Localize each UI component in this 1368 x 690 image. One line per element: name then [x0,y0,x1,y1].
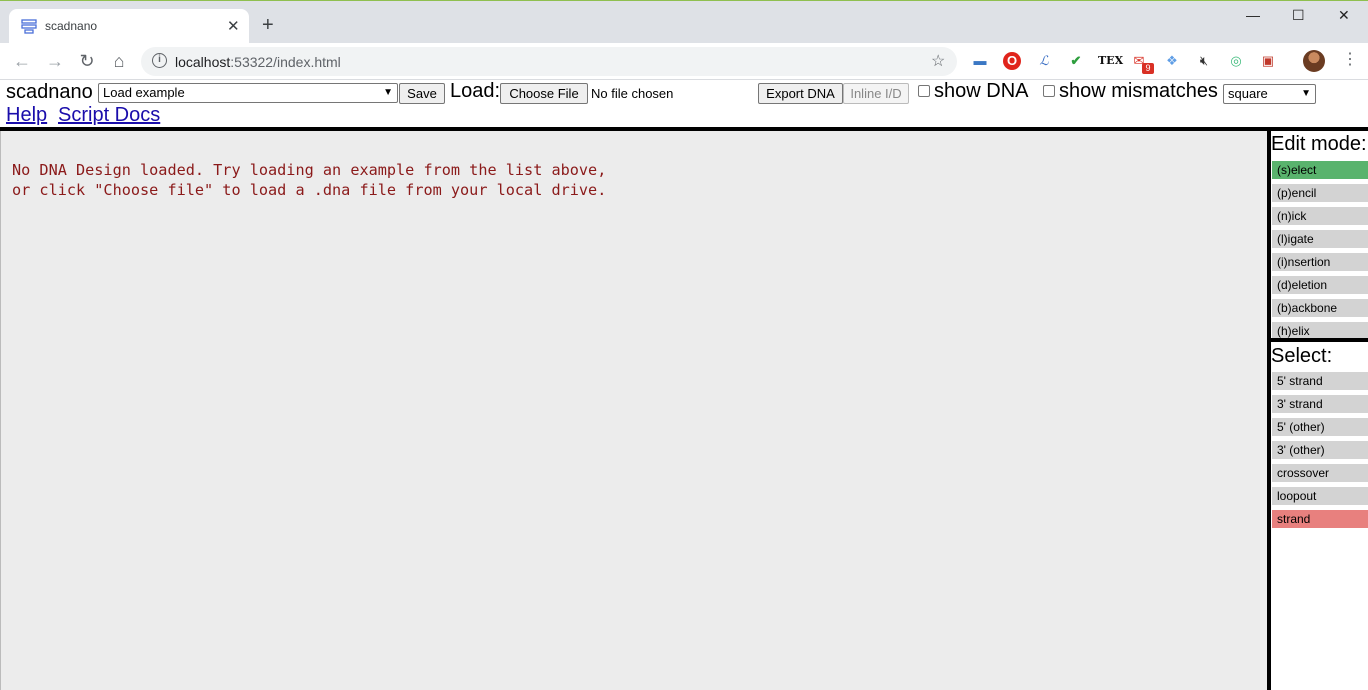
extension-signature-icon[interactable]: ℒ [1035,52,1053,70]
extension-puzzle-icon[interactable]: ▣ [1259,52,1277,70]
edit-mode-pencil[interactable]: (p)encil [1272,184,1368,202]
show-mismatches-checkbox[interactable] [1043,85,1055,97]
home-icon[interactable]: ⌂ [108,50,130,72]
side-panel: Edit mode: (s)elect (p)encil (n)ick (l)i… [1271,131,1368,690]
edit-mode-insertion[interactable]: (i)nsertion [1272,253,1368,271]
new-tab-icon[interactable]: + [262,15,274,35]
grid-select[interactable]: square ▼ [1223,84,1316,104]
edit-mode-backbone[interactable]: (b)ackbone [1272,299,1368,317]
minimize-icon[interactable]: — [1246,7,1260,23]
browser-toolbar: ← → ↻ ⌂ i localhost:53322/index.html ☆ ▬… [0,43,1368,80]
choose-file-button[interactable]: Choose File [500,83,588,104]
edit-mode-deletion[interactable]: (d)eletion [1272,276,1368,294]
extension-check-icon[interactable]: ✔ [1067,52,1085,70]
reload-icon[interactable]: ↻ [76,50,98,72]
select-3-strand[interactable]: 3' strand [1272,395,1368,413]
edit-mode-title: Edit mode: [1271,133,1367,155]
show-dna-checkbox[interactable] [918,85,930,97]
select-crossover[interactable]: crossover [1272,464,1368,482]
extension-mute-icon[interactable]: 🔇︎ [1195,52,1213,70]
show-mismatches-label: show mismatches [1059,80,1218,102]
maximize-icon[interactable]: ☐ [1292,7,1305,24]
select-title: Select: [1271,345,1333,367]
select-loopout[interactable]: loopout [1272,487,1368,505]
edit-mode-ligate[interactable]: (l)igate [1272,230,1368,248]
bookmark-star-icon[interactable]: ☆ [931,51,945,71]
browser-tab-bar: scadnano ✕ + — ☐ ✕ [0,0,1368,44]
browser-menu-icon[interactable]: ⋮ [1342,51,1358,69]
extension-opera-icon[interactable]: O [1003,52,1021,70]
back-icon[interactable]: ← [11,50,33,72]
extension-tex-icon[interactable]: TEX [1098,52,1123,70]
extension-chat-icon[interactable]: ▬ [971,52,989,70]
tab-close-icon[interactable]: ✕ [227,17,240,35]
dropdown-arrow-icon: ▼ [1301,88,1311,99]
browser-tab[interactable]: scadnano ✕ [9,9,249,44]
select-5-strand[interactable]: 5' strand [1272,372,1368,390]
inline-id-button[interactable]: Inline I/D [843,83,909,104]
close-window-icon[interactable]: ✕ [1338,7,1350,24]
address-bar[interactable]: i localhost:53322/index.html ☆ [141,47,957,76]
edit-mode-nick[interactable]: (n)ick [1272,207,1368,225]
extension-circle-icon[interactable]: ◎ [1227,52,1245,70]
profile-avatar[interactable] [1303,50,1325,72]
load-example-select[interactable]: Load example ▼ [98,83,398,103]
app-name: scadnano [6,81,93,103]
help-link[interactable]: Help [6,104,47,127]
scadnano-favicon-icon [21,19,37,34]
url-text: localhost:53322/index.html [175,54,341,70]
dropdown-arrow-icon: ▼ [383,87,393,98]
tab-title: scadnano [45,19,98,33]
select-3-other[interactable]: 3' (other) [1272,441,1368,459]
file-status: No file chosen [591,86,674,101]
save-button[interactable]: Save [399,83,445,104]
app-header: scadnano Load example ▼ Save Load: Choose… [0,80,1368,128]
mail-badge: 9 [1142,63,1154,74]
export-dna-button[interactable]: Export DNA [758,83,843,104]
forward-icon[interactable]: → [44,50,66,72]
load-label: Load: [450,80,501,102]
design-canvas[interactable]: No DNA Design loaded. Try loading an exa… [0,131,1267,690]
show-dna-label: show DNA [934,80,1029,102]
select-strand[interactable]: strand [1272,510,1368,528]
edit-mode-select[interactable]: (s)elect [1272,161,1368,179]
extension-dropbox-icon[interactable]: ❖ [1163,52,1181,70]
no-design-message: No DNA Design loaded. Try loading an exa… [12,161,607,199]
site-info-icon[interactable]: i [152,53,167,68]
side-separator [1271,338,1368,342]
script-docs-link[interactable]: Script Docs [58,104,160,127]
select-5-other[interactable]: 5' (other) [1272,418,1368,436]
